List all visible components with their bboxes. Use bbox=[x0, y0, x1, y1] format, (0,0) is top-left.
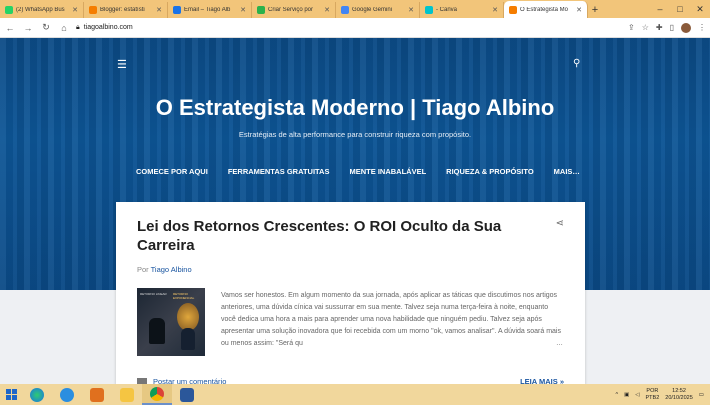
tab-title: (2) WhatsApp Bus bbox=[16, 7, 65, 13]
bookmark-star-icon[interactable]: ☆ bbox=[642, 23, 649, 32]
menu-dots-icon[interactable]: ⋮ bbox=[698, 23, 706, 32]
url-text: tiagoalbino.com bbox=[83, 24, 133, 31]
notifications-icon[interactable]: ▭ bbox=[699, 392, 704, 398]
lock-icon: 🔒︎ bbox=[76, 23, 80, 31]
tab-favicon-icon bbox=[509, 5, 517, 14]
browser-tab[interactable]: O Estrategista Mo ✕ bbox=[504, 1, 588, 18]
language-indicator[interactable]: POR PTB2 bbox=[646, 388, 660, 402]
share-page-icon[interactable]: ⇪ bbox=[628, 23, 635, 32]
media-player-icon[interactable] bbox=[82, 384, 112, 405]
avatar[interactable] bbox=[681, 22, 691, 33]
snippet-ellipsis: … bbox=[556, 340, 563, 347]
browser-tab[interactable]: (2) WhatsApp Bus ✕ bbox=[0, 2, 84, 18]
menu-item-mais[interactable]: MAIS… bbox=[554, 167, 580, 176]
back-icon[interactable]: ← bbox=[4, 23, 16, 33]
tab-close-icon[interactable]: ✕ bbox=[492, 6, 498, 14]
tab-close-icon[interactable]: ✕ bbox=[408, 6, 414, 14]
forward-icon[interactable]: → bbox=[22, 23, 34, 33]
browser-tab[interactable]: Email – Tiago Alb ✕ bbox=[168, 2, 252, 18]
tab-favicon-icon bbox=[89, 6, 97, 14]
browser-tab[interactable]: Google Gemini ✕ bbox=[336, 2, 420, 18]
tab-favicon-icon bbox=[425, 6, 433, 14]
tab-title: Email – Tiago Alb bbox=[184, 7, 231, 13]
file-explorer-icon[interactable] bbox=[112, 384, 142, 405]
system-tray: ^ ▣ ◁ POR PTB2 12:52 20/10/2025 ▭ bbox=[615, 388, 710, 402]
menu-item-mente[interactable]: MENTE INABALÁVEL bbox=[349, 167, 426, 176]
volume-icon[interactable]: ◁ bbox=[635, 392, 639, 398]
sidepanel-icon[interactable]: ▯ bbox=[670, 23, 674, 32]
tab-favicon-icon bbox=[257, 6, 265, 14]
clock-date: 20/10/2025 bbox=[665, 394, 693, 401]
browser-tab[interactable]: - Canva ✕ bbox=[420, 2, 504, 18]
layout-label: PTB2 bbox=[645, 394, 660, 401]
tab-title: O Estrategista Mo bbox=[520, 6, 569, 13]
maximize-icon[interactable]: □ bbox=[670, 0, 690, 18]
tab-close-icon[interactable]: ✕ bbox=[240, 6, 246, 14]
browser-tab-bar: (2) WhatsApp Bus ✕ Blogger: estatísti ✕ Emai… bbox=[0, 0, 710, 18]
tab-title: Criar Serviço por bbox=[268, 7, 314, 13]
author-link[interactable]: Tiago Albino bbox=[151, 265, 192, 274]
lang-label: POR bbox=[646, 387, 659, 394]
tab-favicon-icon bbox=[5, 6, 13, 14]
post-snippet: Vamos ser honestos. Em algum momento da … bbox=[221, 292, 561, 347]
reload-icon[interactable]: ↻ bbox=[40, 22, 52, 33]
byline-prefix: Por bbox=[137, 265, 149, 274]
post-card: Lei dos Retornos Crescentes: O ROI Ocult… bbox=[116, 202, 585, 386]
tab-favicon-icon bbox=[341, 6, 349, 14]
site-subtitle: Estratégias de alta performance para con… bbox=[238, 130, 472, 139]
search-icon[interactable]: ⚲ bbox=[573, 58, 580, 69]
thumb-caption-right: RETORNO EXPONENCIAL bbox=[173, 292, 195, 300]
word-icon[interactable] bbox=[172, 384, 202, 405]
clock-time: 12:52 bbox=[672, 387, 686, 394]
tab-close-icon[interactable]: ✕ bbox=[324, 6, 330, 14]
menu-item-comece[interactable]: COMECE POR AQUI bbox=[136, 167, 208, 176]
clock[interactable]: 12:52 20/10/2025 bbox=[665, 388, 693, 402]
menu-item-riqueza[interactable]: RIQUEZA & PROPÓSITO bbox=[446, 167, 534, 176]
network-icon[interactable]: ▣ bbox=[624, 392, 629, 398]
thumb-caption-left: RETORNO LINEAR bbox=[140, 292, 167, 296]
ie-icon[interactable] bbox=[52, 384, 82, 405]
tab-favicon-icon bbox=[173, 6, 181, 14]
window-controls: – □ ✕ bbox=[650, 0, 710, 18]
windows-start-icon[interactable] bbox=[0, 384, 22, 405]
post-thumbnail[interactable]: RETORNO LINEAR RETORNO EXPONENCIAL bbox=[137, 288, 205, 356]
close-icon[interactable]: ✕ bbox=[690, 0, 710, 18]
post-title[interactable]: Lei dos Retornos Crescentes: O ROI Ocult… bbox=[137, 217, 527, 255]
chrome-icon[interactable] bbox=[142, 384, 172, 405]
tab-close-icon[interactable]: ✕ bbox=[156, 6, 162, 14]
tab-close-icon[interactable]: ✕ bbox=[576, 6, 582, 14]
tab-title: Blogger: estatísti bbox=[100, 7, 145, 13]
taskbar: ^ ▣ ◁ POR PTB2 12:52 20/10/2025 ▭ bbox=[0, 384, 710, 405]
new-tab-button[interactable]: + bbox=[588, 2, 602, 18]
minimize-icon[interactable]: – bbox=[650, 0, 670, 18]
share-icon[interactable]: ⋖ bbox=[556, 218, 564, 229]
home-icon[interactable]: ⌂ bbox=[58, 23, 70, 33]
menu-item-ferramentas[interactable]: FERRAMENTAS GRATUITAS bbox=[228, 167, 330, 176]
url-field[interactable]: 🔒︎ tiagoalbino.com bbox=[76, 24, 622, 32]
tab-title: Google Gemini bbox=[352, 7, 393, 13]
hamburger-menu-icon[interactable]: ☰ bbox=[117, 58, 127, 71]
extensions-icon[interactable]: ✚ bbox=[656, 23, 663, 32]
post-byline: Por Tiago Albino bbox=[137, 265, 192, 274]
tray-chevron-icon[interactable]: ^ bbox=[615, 392, 618, 398]
browser-tab[interactable]: Blogger: estatísti ✕ bbox=[84, 2, 168, 18]
address-bar: ← → ↻ ⌂ 🔒︎ tiagoalbino.com ⇪ ☆ ✚ ▯ ⋮ bbox=[0, 18, 710, 38]
edge-icon[interactable] bbox=[22, 384, 52, 405]
tab-close-icon[interactable]: ✕ bbox=[72, 6, 78, 14]
blog-menu: COMECE POR AQUI FERRAMENTAS GRATUITAS ME… bbox=[136, 167, 600, 176]
browser-tab[interactable]: Criar Serviço por ✕ bbox=[252, 2, 336, 18]
tab-title: - Canva bbox=[436, 7, 458, 13]
site-title[interactable]: O Estrategista Moderno | Tiago Albino bbox=[0, 95, 710, 121]
